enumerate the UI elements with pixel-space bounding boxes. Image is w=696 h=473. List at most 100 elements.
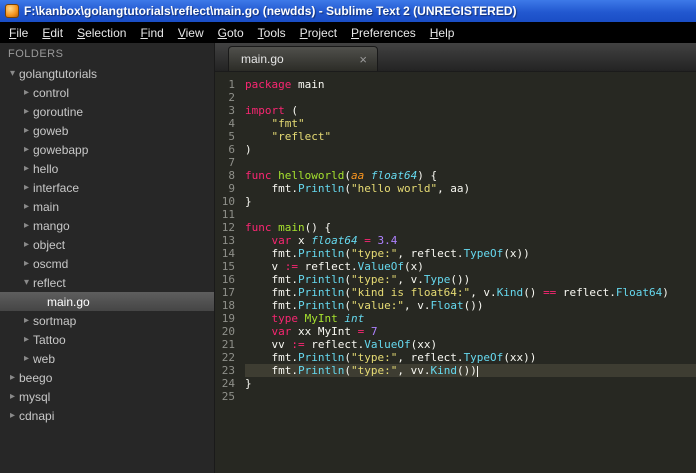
code-line-text: fmt.Println("type:", vv.Kind()) xyxy=(245,364,696,377)
code-token: fmt. xyxy=(245,299,298,312)
tree-item-control[interactable]: ▸ control xyxy=(0,83,214,102)
tree-item-goroutine[interactable]: ▸ goroutine xyxy=(0,102,214,121)
tree-item-reflect[interactable]: ▾ reflect xyxy=(0,273,214,292)
tree-item-cdnapi[interactable]: ▸ cdnapi xyxy=(0,406,214,425)
disclosure-triangle-icon[interactable]: ▸ xyxy=(20,258,33,269)
title-bar[interactable]: F:\kanbox\golangtutorials\reflect\main.g… xyxy=(0,0,696,22)
disclosure-triangle-icon[interactable]: ▸ xyxy=(20,163,33,174)
code-line[interactable]: 21 vv := reflect.ValueOf(xx) xyxy=(215,338,696,351)
disclosure-triangle-icon[interactable]: ▸ xyxy=(6,372,19,383)
code-line[interactable]: 4 "fmt" xyxy=(215,117,696,130)
code-line[interactable]: 14 fmt.Println("type:", reflect.TypeOf(x… xyxy=(215,247,696,260)
disclosure-triangle-icon[interactable]: ▸ xyxy=(20,144,33,155)
tree-item-goweb[interactable]: ▸ goweb xyxy=(0,121,214,140)
tree-item-main[interactable]: ▸ main xyxy=(0,197,214,216)
tree-item-sortmap[interactable]: ▸ sortmap xyxy=(0,311,214,330)
code-line[interactable]: 6) xyxy=(215,143,696,156)
code-line[interactable]: 15 v := reflect.ValueOf(x) xyxy=(215,260,696,273)
tab-main-go[interactable]: main.go × xyxy=(228,46,378,71)
menu-item-tools[interactable]: Tools xyxy=(251,24,293,42)
tree-item-gowebapp[interactable]: ▸ gowebapp xyxy=(0,140,214,159)
disclosure-triangle-icon[interactable]: ▸ xyxy=(20,106,33,117)
code-token: "type:" xyxy=(350,351,398,364)
code-token: ( xyxy=(344,351,351,364)
line-number: 13 xyxy=(215,234,245,247)
disclosure-triangle-icon[interactable]: ▸ xyxy=(20,220,33,231)
code-token: "hello world" xyxy=(350,182,438,195)
tree-item-beego[interactable]: ▸ beego xyxy=(0,368,214,387)
tree-item-tattoo[interactable]: ▸ Tattoo xyxy=(0,330,214,349)
disclosure-triangle-icon[interactable]: ▸ xyxy=(20,201,33,212)
code-line[interactable]: 1 package main xyxy=(215,78,696,91)
code-line[interactable]: 7 xyxy=(215,156,696,169)
code-line[interactable]: 24} xyxy=(215,377,696,390)
code-line[interactable]: 25 xyxy=(215,390,696,403)
disclosure-triangle-icon[interactable]: ▸ xyxy=(20,334,33,345)
code-line[interactable]: 8 func helloworld(aa float64) { xyxy=(215,169,696,182)
tree-item-mysql[interactable]: ▸ mysql xyxy=(0,387,214,406)
code-token: ValueOf xyxy=(364,338,411,351)
tree-item-label: mysql xyxy=(19,389,51,404)
code-line[interactable]: 11 xyxy=(215,208,696,221)
menu-item-goto[interactable]: Goto xyxy=(211,24,251,42)
menu-item-help[interactable]: Help xyxy=(423,24,462,42)
code-line[interactable]: 19 type MyInt int xyxy=(215,312,696,325)
disclosure-triangle-icon[interactable]: ▸ xyxy=(20,87,33,98)
code-line[interactable]: 12 func main() { xyxy=(215,221,696,234)
menu-item-view[interactable]: View xyxy=(171,24,211,42)
code-line[interactable]: 10} xyxy=(215,195,696,208)
code-line[interactable]: 17 fmt.Println("kind is float64:", v.Kin… xyxy=(215,286,696,299)
disclosure-triangle-icon[interactable]: ▸ xyxy=(20,182,33,193)
menu-item-preferences[interactable]: Preferences xyxy=(344,24,423,42)
code-line[interactable]: 13 var x float64 = 3.4 xyxy=(215,234,696,247)
tree-item-label: oscmd xyxy=(33,256,69,271)
tree-item-object[interactable]: ▸ object xyxy=(0,235,214,254)
menu-item-selection[interactable]: Selection xyxy=(70,24,133,42)
code-token: fmt. xyxy=(245,247,298,260)
tree-item-mango[interactable]: ▸ mango xyxy=(0,216,214,235)
tree-item-web[interactable]: ▸ web xyxy=(0,349,214,368)
code-line-text: type MyInt int xyxy=(245,312,696,325)
code-token: Println xyxy=(297,182,345,195)
disclosure-triangle-icon[interactable]: ▸ xyxy=(6,410,19,421)
disclosure-triangle-icon[interactable]: ▾ xyxy=(6,68,19,79)
code-line[interactable]: 5 "reflect" xyxy=(215,130,696,143)
code-line-text: "reflect" xyxy=(245,130,696,143)
disclosure-triangle-icon[interactable]: ▸ xyxy=(20,353,33,364)
code-line-text: ) xyxy=(245,143,696,156)
code-line[interactable]: 2 xyxy=(215,91,696,104)
code-line-text: func helloworld(aa float64) { xyxy=(245,169,696,182)
code-token: ()) xyxy=(450,273,471,286)
menu-item-project[interactable]: Project xyxy=(293,24,344,42)
menu-item-edit[interactable]: Edit xyxy=(35,24,70,42)
menu-item-find[interactable]: Find xyxy=(133,24,170,42)
tree-item-hello[interactable]: ▸ hello xyxy=(0,159,214,178)
tree-item-label: sortmap xyxy=(33,313,77,328)
code-token: reflect. xyxy=(556,286,616,299)
disclosure-triangle-icon[interactable]: ▸ xyxy=(20,239,33,250)
disclosure-triangle-icon[interactable]: ▸ xyxy=(6,391,19,402)
code-line[interactable]: 20 var xx MyInt = 7 xyxy=(215,325,696,338)
menu-item-file[interactable]: File xyxy=(2,24,35,42)
disclosure-triangle-icon[interactable]: ▾ xyxy=(20,277,33,288)
close-icon[interactable]: × xyxy=(359,53,367,66)
sublime-app-icon[interactable] xyxy=(5,4,19,18)
code-line[interactable]: 9 fmt.Println("hello world", aa) xyxy=(215,182,696,195)
code-editor[interactable]: 1 package main 2 3 import (4 "fmt" 5 "reflect… xyxy=(215,72,696,473)
code-line[interactable]: 3 import ( xyxy=(215,104,696,117)
tree-item-interface[interactable]: ▸ interface xyxy=(0,178,214,197)
code-line[interactable]: 18 fmt.Println("value:", v.Float()) xyxy=(215,299,696,312)
disclosure-triangle-icon[interactable]: ▸ xyxy=(20,315,33,326)
tree-item-golangtutorials[interactable]: ▾ golangtutorials xyxy=(0,64,214,83)
code-line[interactable]: 23 fmt.Println("type:", vv.Kind()) xyxy=(215,364,696,377)
code-token: = xyxy=(364,234,371,247)
code-token: TypeOf xyxy=(463,351,504,364)
code-line[interactable]: 22 fmt.Println("type:", reflect.TypeOf(x… xyxy=(215,351,696,364)
disclosure-triangle-icon[interactable]: ▸ xyxy=(20,125,33,136)
tree-item-main-go[interactable]: main.go xyxy=(0,292,214,311)
code-line[interactable]: 16 fmt.Println("type:", v.Type()) xyxy=(215,273,696,286)
code-token: (xx) xyxy=(410,338,438,351)
tree-item-oscmd[interactable]: ▸ oscmd xyxy=(0,254,214,273)
